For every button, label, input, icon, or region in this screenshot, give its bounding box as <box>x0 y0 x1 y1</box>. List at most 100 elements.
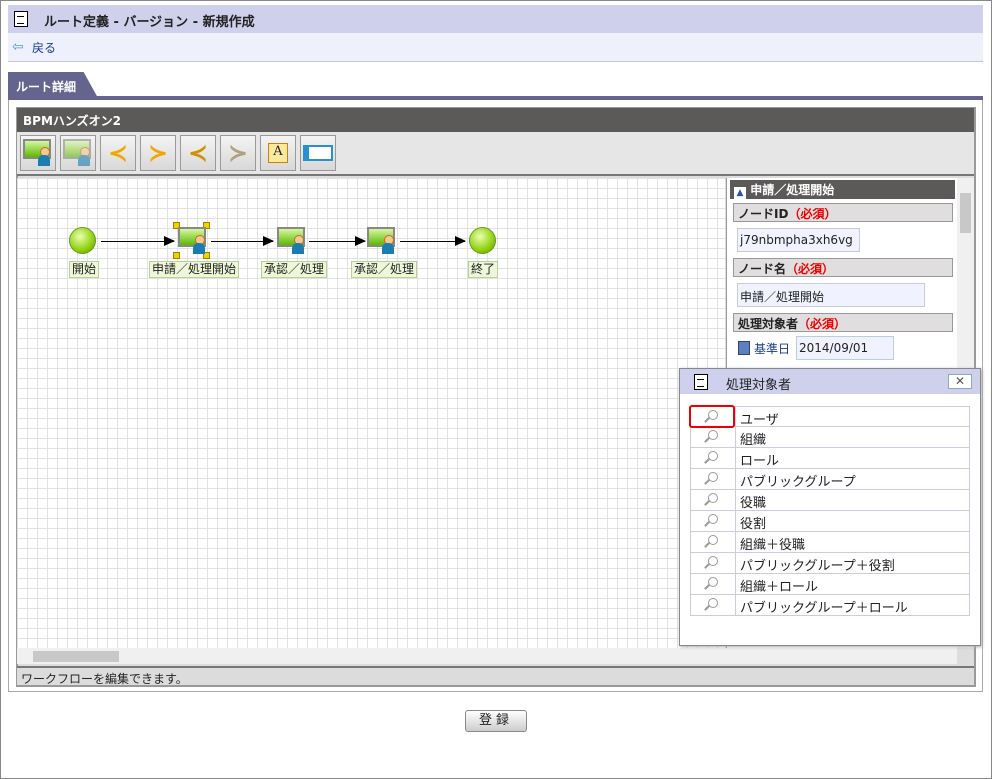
annotation-icon: A <box>268 143 288 163</box>
search-icon-cell[interactable] <box>691 427 736 447</box>
list-item[interactable]: 組織＋役職 <box>690 532 970 553</box>
label: ノード名 <box>738 262 787 276</box>
flow-arrow[interactable] <box>211 236 274 246</box>
search-icon-cell[interactable] <box>691 532 736 552</box>
split-tool[interactable]: ≺ <box>100 135 136 171</box>
search-icon-cell[interactable] <box>691 469 736 489</box>
clipboard-icon <box>14 11 28 27</box>
search-icon-cell[interactable] <box>691 595 736 615</box>
list-item[interactable]: 役職 <box>690 490 970 511</box>
search-icon-cell[interactable] <box>691 490 736 510</box>
start-node[interactable] <box>69 227 96 254</box>
properties-title-text: 申請／処理開始 <box>750 183 835 197</box>
end-node[interactable] <box>469 227 496 254</box>
required-mark: （必須） <box>788 207 837 221</box>
node-id-section: ノードID（必須） <box>733 203 953 222</box>
list-item[interactable]: ロール <box>690 448 970 469</box>
search-icon-cell[interactable] <box>691 553 736 573</box>
base-date-input[interactable]: 2014/09/01 <box>796 336 894 360</box>
target-dialog: 処理対象者 ✕ ユーザ組織ロールパブリックグループ 役職役割組織＋役職パブリックグ… <box>679 368 981 646</box>
search-icon <box>708 556 718 566</box>
split-alt-tool[interactable]: ≺ <box>180 135 216 171</box>
list-item-label: 組織＋ロール <box>740 580 819 595</box>
search-icon <box>708 493 718 503</box>
annotation-tool[interactable]: A <box>260 135 296 171</box>
search-icon <box>708 535 718 545</box>
user-node-tool[interactable] <box>20 135 56 171</box>
list-item[interactable]: 組織＋ロール <box>690 574 970 595</box>
dialog-header[interactable]: 処理対象者 ✕ <box>680 369 980 394</box>
target-section: 処理対象者（必須） <box>733 313 953 332</box>
list-item-label: ユーザ <box>740 413 779 428</box>
node-id-input[interactable]: j79nbmpha3xh6vg <box>737 228 860 252</box>
page-title: ルート定義 - バージョン - 新規作成 <box>44 15 255 30</box>
search-icon <box>708 514 718 524</box>
calendar-icon[interactable] <box>738 341 750 355</box>
scroll-thumb[interactable] <box>33 651 119 662</box>
search-icon <box>708 472 718 482</box>
list-item-label: 組織 <box>740 433 767 448</box>
list-item-label: 役職 <box>740 496 767 511</box>
list-item-label: パブリックグループ＋役割 <box>740 559 895 574</box>
flow-arrow[interactable] <box>400 236 466 246</box>
join-icon: ≻ <box>147 139 169 167</box>
node-label: 開始 <box>69 261 100 278</box>
node-name-input[interactable]: 申請／処理開始 <box>737 283 925 307</box>
page-header: ルート定義 - バージョン - 新規作成 <box>8 5 983 33</box>
search-icon <box>708 598 718 608</box>
search-icon-cell[interactable] <box>691 448 736 468</box>
node-label: 申請／処理開始 <box>149 261 240 278</box>
join-tool[interactable]: ≻ <box>140 135 176 171</box>
flow-arrow[interactable] <box>101 236 175 246</box>
tab-route-detail[interactable]: ルート詳細 <box>8 72 98 98</box>
join-alt-tool[interactable]: ≻ <box>220 135 256 171</box>
list-item-label: パブリックグループ <box>740 475 856 490</box>
search-icon-cell[interactable] <box>691 511 736 531</box>
scroll-thumb[interactable] <box>960 193 971 233</box>
toolbar: ≺ ≻ ≺ ≻ A <box>17 132 974 176</box>
properties-title[interactable]: ▲ 申請／処理開始 <box>730 180 955 199</box>
swimlane-icon <box>303 145 333 161</box>
register-button[interactable]: 登録 <box>465 710 527 732</box>
clipboard-icon <box>694 374 708 390</box>
list-item[interactable]: 組織 <box>690 427 970 448</box>
join-alt-icon: ≻ <box>227 139 249 167</box>
user-node-alt-tool[interactable] <box>60 135 96 171</box>
user-node[interactable] <box>178 227 208 255</box>
back-arrow-icon: ⇦ <box>12 39 24 55</box>
dialog-title: 処理対象者 <box>726 378 792 393</box>
node-label: 承認／処理 <box>261 261 328 278</box>
back-link[interactable]: 戻る <box>32 39 56 56</box>
user-node[interactable] <box>367 227 397 255</box>
list-item-label: パブリックグループ＋ロール <box>740 601 908 616</box>
user-node-alt-icon <box>63 139 93 167</box>
back-bar: ⇦ 戻る <box>8 33 983 62</box>
collapse-icon[interactable]: ▲ <box>734 187 746 199</box>
search-icon-cell[interactable] <box>691 574 736 594</box>
label: ノードID <box>738 207 789 221</box>
user-node-icon <box>23 139 53 167</box>
list-item-label: 役割 <box>740 517 767 532</box>
split-icon: ≺ <box>107 139 129 167</box>
label: 処理対象者 <box>738 317 799 331</box>
workflow-canvas[interactable]: 開始 申請／処理開始 承認／処理 承認／処理 終了 <box>17 178 725 648</box>
list-item[interactable]: パブリックグループ＋役割 <box>690 553 970 574</box>
flow-arrow[interactable] <box>309 236 366 246</box>
horizontal-scrollbar[interactable] <box>17 648 957 664</box>
user-node[interactable] <box>277 227 307 255</box>
required-mark: （必須） <box>798 317 847 331</box>
list-item-label: ロール <box>740 454 780 469</box>
node-label: 終了 <box>468 261 499 278</box>
swimlane-tool[interactable] <box>300 135 336 171</box>
highlight-marker <box>689 405 735 428</box>
close-button[interactable]: ✕ <box>948 374 972 389</box>
list-item[interactable]: 役割 <box>690 511 970 532</box>
list-item[interactable]: パブリックグループ＋ロール <box>690 595 970 616</box>
search-icon <box>708 577 718 587</box>
required-mark: （必須） <box>786 262 835 276</box>
node-label: 承認／処理 <box>351 261 418 278</box>
list-item[interactable]: パブリックグループ <box>690 469 970 490</box>
search-icon <box>708 451 718 461</box>
split-alt-icon: ≺ <box>187 139 209 167</box>
list-item-label: 組織＋役職 <box>740 538 806 553</box>
